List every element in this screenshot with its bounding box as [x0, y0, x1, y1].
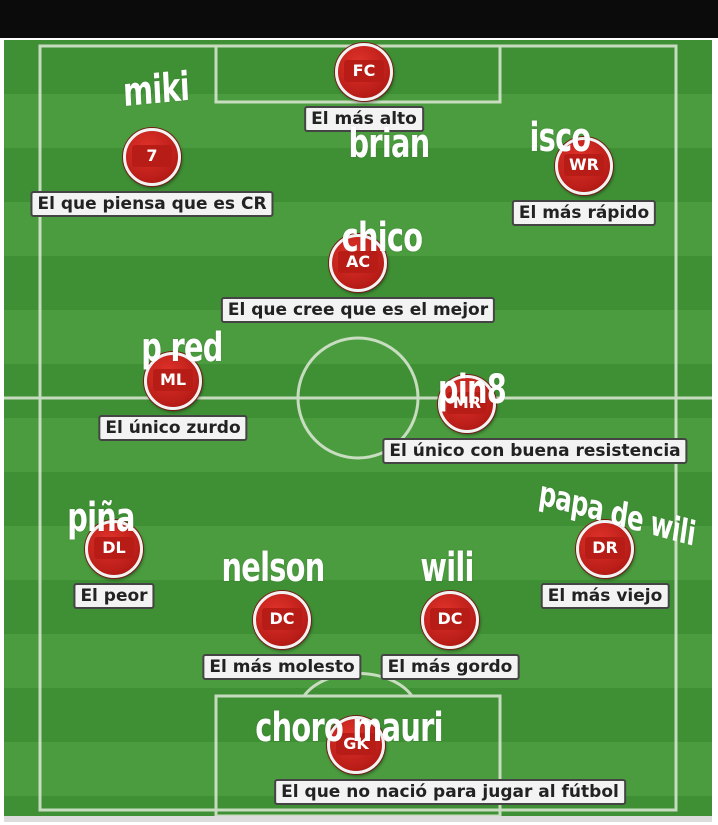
nickname-choro-mauri: choro mauri [255, 705, 443, 751]
nickname-miki: miki [121, 63, 191, 117]
player-description: El que no nació para jugar al fútbol [274, 779, 626, 805]
player-description: El que cree que es el mejor [220, 297, 496, 323]
position-badge: DC [421, 591, 479, 649]
player-description: El más rápido [511, 200, 657, 226]
meme-image: FC El más alto 7 El que piensa que es CR… [0, 0, 718, 825]
position-badge: DC [253, 591, 311, 649]
player-description: El único zurdo [98, 415, 248, 441]
player-description: El más molesto [202, 654, 362, 680]
player-description: El peor [73, 583, 155, 609]
player-description: El único con buena resistencia [382, 438, 688, 464]
nickname-wili: wili [420, 545, 474, 591]
nickname-isco: isco [529, 115, 592, 161]
player-description: El que piensa que es CR [30, 191, 274, 217]
nickname-nelson: nelson [221, 545, 325, 591]
top-dark-bar [0, 0, 718, 38]
nickname-pin8: pin8 [437, 367, 507, 413]
nickname-brian: brian [348, 121, 430, 167]
nickname-pina: piña [67, 495, 135, 541]
position-badge: FC [335, 43, 393, 101]
nickname-chico: chico [341, 215, 423, 261]
nickname-p-red: p red [141, 325, 223, 371]
position-badge: 7 [123, 128, 181, 186]
football-pitch: FC El más alto 7 El que piensa que es CR… [4, 40, 712, 822]
player-description: El más viejo [540, 583, 670, 609]
player-description: El más gordo [380, 654, 520, 680]
